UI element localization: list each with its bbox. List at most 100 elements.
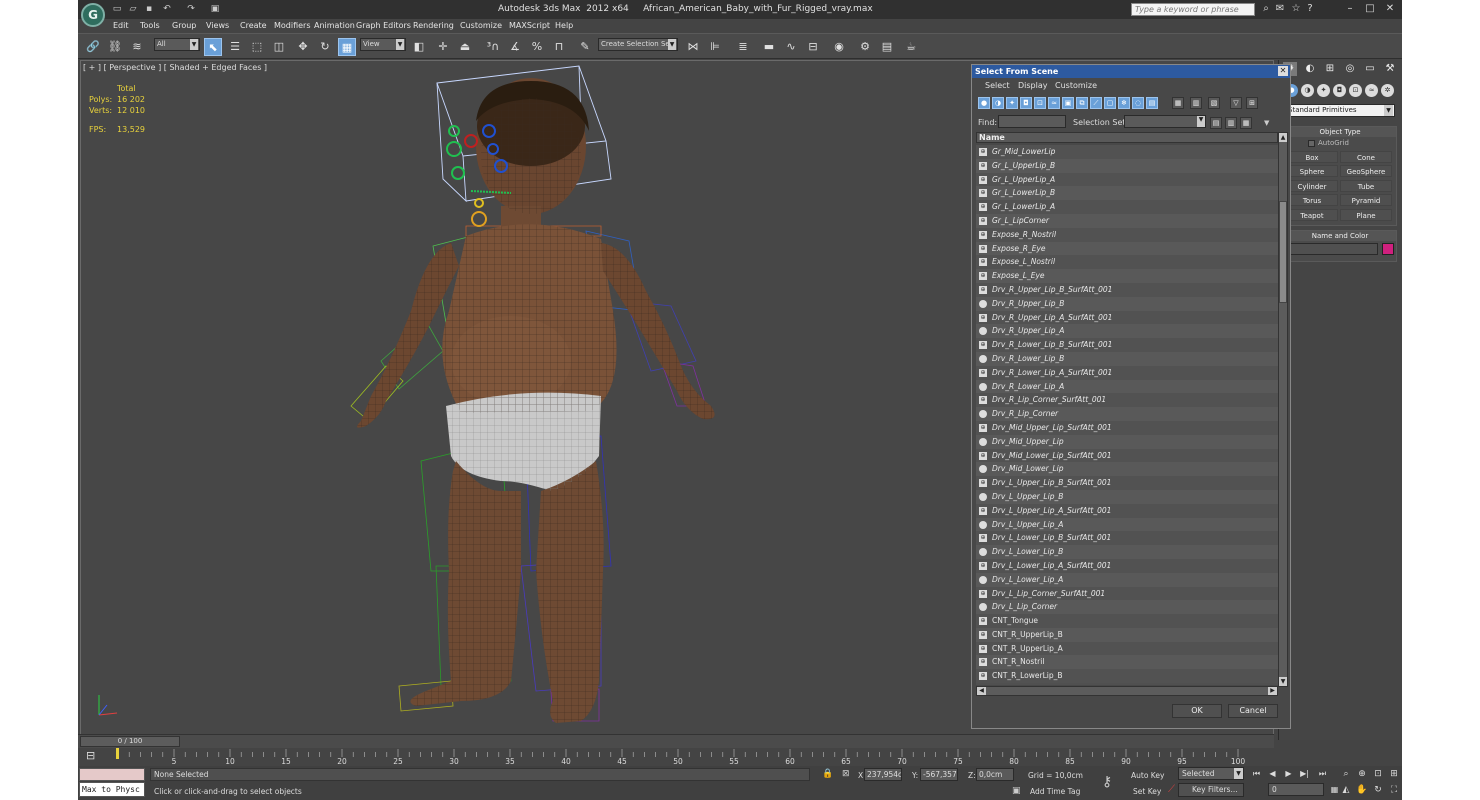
helpers-category-icon[interactable]: ⊡ <box>1349 84 1362 97</box>
list-item[interactable]: ⊕ Drv_R_Upper_Lip_B_SurfAtt_001 <box>976 282 1278 297</box>
list-item[interactable]: Drv_L_Lower_Lip_A <box>976 572 1278 587</box>
go-to-end-icon[interactable]: ⏭ <box>1316 768 1329 780</box>
display-invert-icon[interactable]: ▥ <box>1190 97 1202 109</box>
pivot-center-icon[interactable]: ◧ <box>410 38 428 56</box>
x-coordinate-field[interactable]: 237,954cm <box>864 768 902 781</box>
list-item[interactable]: ⊕ Drv_L_Lip_Corner_SurfAtt_001 <box>976 586 1278 601</box>
list-item[interactable]: Drv_L_Upper_Lip_B <box>976 489 1278 504</box>
unlink-icon[interactable]: ⛓ <box>106 38 124 56</box>
list-item[interactable]: ⊕ CNT_R_Nostril <box>976 655 1278 670</box>
pyramid-button[interactable]: Pyramid <box>1340 194 1392 206</box>
options-chevron-icon[interactable]: ▼ <box>1264 119 1269 127</box>
filter-icon[interactable]: ▽ <box>1230 97 1242 109</box>
menu-animation[interactable]: Animation <box>314 21 355 30</box>
name-column-header[interactable]: Name <box>976 132 1278 143</box>
open-file-icon[interactable]: ▱ <box>128 4 138 14</box>
rectangular-selection-icon[interactable]: ⬚ <box>248 38 266 56</box>
ok-button[interactable]: OK <box>1172 704 1222 718</box>
dialog-menu-customize[interactable]: Customize <box>1055 81 1097 90</box>
help-icon[interactable]: ? <box>1304 3 1316 15</box>
display-toggle-icon[interactable]: ▧ <box>1208 97 1220 109</box>
align-icon[interactable]: ⊫ <box>706 38 724 56</box>
shapes-category-icon[interactable]: ◑ <box>1301 84 1314 97</box>
list-item[interactable]: ⊕ Drv_R_Lower_Lip_A_SurfAtt_001 <box>976 365 1278 380</box>
spinner-snap-icon[interactable]: ⊓ <box>550 38 568 56</box>
geosphere-button[interactable]: GeoSphere <box>1340 165 1392 177</box>
minimize-button[interactable]: – <box>1342 2 1358 16</box>
cone-button[interactable]: Cone <box>1340 151 1392 163</box>
list-item[interactable]: ⊕ CNT_R_UpperLip_A <box>976 641 1278 656</box>
list-item[interactable]: Drv_L_Upper_Lip_A <box>976 517 1278 532</box>
list-item[interactable]: ⊕ CNT_R_LowerLip_B <box>976 669 1278 684</box>
key-filters-button[interactable]: Key Filters... <box>1178 783 1244 797</box>
list-item[interactable]: ⊕ Drv_R_Lower_Lip_B_SurfAtt_001 <box>976 338 1278 352</box>
maximize-viewport-icon[interactable]: ⛶ <box>1388 784 1400 796</box>
menu-maxscript[interactable]: MAXScript <box>509 21 550 30</box>
object-name-field[interactable] <box>1288 243 1378 255</box>
menu-graph-editors[interactable]: Graph Editors <box>356 21 411 30</box>
schematic-view-icon[interactable]: ⊟ <box>804 38 822 56</box>
key-selection-dropdown[interactable]: Selected ▼ <box>1178 767 1244 780</box>
help-search-input[interactable]: Type a keyword or phrase <box>1131 3 1255 16</box>
scroll-left-icon[interactable]: ◀ <box>977 687 986 695</box>
maxscript-listener-input[interactable]: Max to Physc <box>79 782 145 797</box>
sphere-button[interactable]: Sphere <box>1286 165 1338 177</box>
undo-icon[interactable]: ↶ <box>162 4 172 14</box>
reference-coordinate-dropdown[interactable]: View ▼ <box>360 38 406 51</box>
orbit-icon[interactable]: ↻ <box>1372 784 1384 796</box>
lock-selection-icon[interactable]: 🔒 <box>822 769 833 779</box>
window-crossing-icon[interactable]: ◫ <box>270 38 288 56</box>
object-type-header[interactable]: -Object Type <box>1284 127 1396 137</box>
dialog-title-bar[interactable]: Select From Scene <box>972 65 1290 78</box>
current-frame-field[interactable]: 0 <box>1268 783 1324 796</box>
select-manipulate-icon[interactable]: ✛ <box>434 38 452 56</box>
render-setup-icon[interactable]: ⚙ <box>856 38 874 56</box>
cylinder-button[interactable]: Cylinder <box>1286 180 1338 192</box>
search-help-icon[interactable]: ⌕ <box>1260 3 1272 15</box>
display-spacewarps-icon[interactable]: ≈ <box>1048 97 1060 109</box>
set-keys-icon[interactable]: ⚷ <box>1102 774 1112 790</box>
list-item[interactable]: ⊕ Gr_Mid_LowerLip <box>976 145 1278 159</box>
selection-filter-dropdown[interactable]: All ▼ <box>154 38 200 51</box>
named-selection-dropdown[interactable]: Create Selection Se ▼ <box>598 38 678 51</box>
name-and-color-header[interactable]: -Name and Color <box>1284 231 1396 241</box>
mirror-icon[interactable]: ⋈ <box>684 38 702 56</box>
maximize-button[interactable]: □ <box>1362 2 1378 16</box>
tube-button[interactable]: Tube <box>1340 180 1392 192</box>
zoom-all-icon[interactable]: ⊕ <box>1356 768 1368 780</box>
pan-icon[interactable]: ✋ <box>1356 784 1368 796</box>
box-button[interactable]: Box <box>1286 151 1338 163</box>
rendered-frame-window-icon[interactable]: ▤ <box>878 38 896 56</box>
current-frame-marker[interactable] <box>116 748 119 759</box>
auto-key-button[interactable]: Auto Key <box>1131 771 1164 780</box>
bind-to-space-warp-icon[interactable]: ≋ <box>128 38 146 56</box>
viewport-label-menu[interactable]: [ + ] [ Perspective ] [ Shaded + Edged F… <box>83 63 267 72</box>
select-and-link-icon[interactable]: 🔗 <box>84 38 102 56</box>
scroll-up-icon[interactable]: ▲ <box>1279 133 1287 142</box>
select-by-name-icon[interactable]: ☰ <box>226 38 244 56</box>
list-horizontal-scrollbar[interactable]: ◀ ▶ <box>976 686 1278 696</box>
percent-snap-icon[interactable]: % <box>528 38 546 56</box>
save-file-icon[interactable]: ▪ <box>144 4 154 14</box>
spacewarps-category-icon[interactable]: ≈ <box>1365 84 1378 97</box>
selection-set-select-icon[interactable]: ▦ <box>1240 117 1252 129</box>
list-item[interactable]: Drv_R_Lower_Lip_B <box>976 351 1278 366</box>
list-item[interactable]: Drv_R_Lip_Corner <box>976 407 1278 421</box>
list-item[interactable]: ⊕ Gr_L_LipCorner <box>976 213 1278 228</box>
dialog-menu-display[interactable]: Display <box>1018 81 1048 90</box>
display-tab-icon[interactable]: ▭ <box>1363 62 1377 76</box>
list-item[interactable]: Drv_R_Upper_Lip_B <box>976 296 1278 311</box>
list-item[interactable]: ⊕ CNT_Tongue <box>976 614 1278 628</box>
new-file-icon[interactable]: ▭ <box>112 4 122 14</box>
key-mode-icon[interactable]: ⟋ <box>1168 784 1175 795</box>
list-item[interactable]: ⊕ Gr_L_UpperLip_B <box>976 158 1278 173</box>
list-item[interactable]: Drv_L_Lip_Corner <box>976 600 1278 615</box>
track-bar[interactable]: ⊟ 5 10 15 20 25 30 35 40 45 50 55 60 65 70 75 80 85 90 95 1… <box>78 748 1274 766</box>
list-vertical-scrollbar[interactable]: ▲ ▼ <box>1278 132 1288 687</box>
close-button[interactable]: ✕ <box>1382 2 1398 16</box>
menu-rendering[interactable]: Rendering <box>413 21 454 30</box>
display-frozen-icon[interactable]: ❄ <box>1118 97 1130 109</box>
previous-frame-icon[interactable]: ◀ <box>1266 768 1279 780</box>
torus-button[interactable]: Torus <box>1286 194 1338 206</box>
zoom-icon[interactable]: ⌕ <box>1340 768 1352 780</box>
